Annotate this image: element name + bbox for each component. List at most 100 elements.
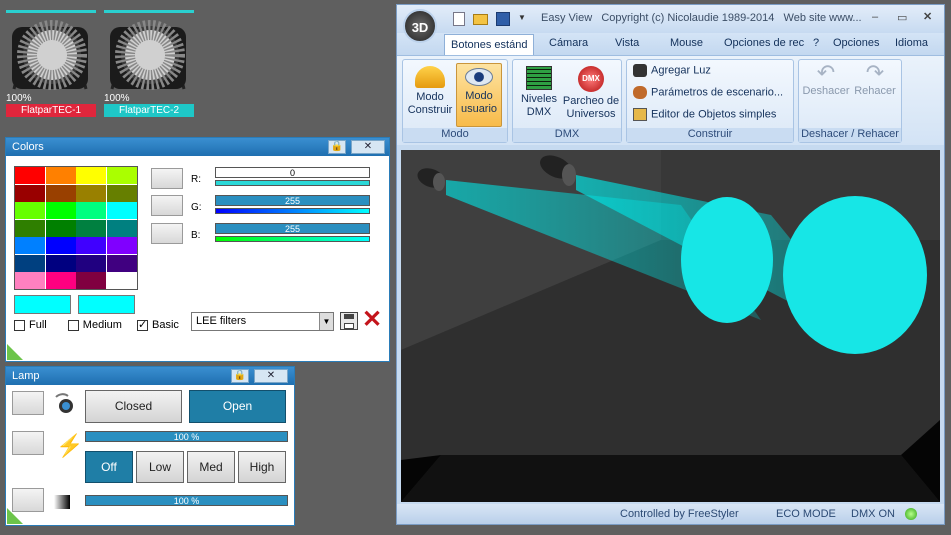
close-button[interactable]: ✕ [923,10,932,23]
fixture-2[interactable]: 100% FlatparTEC-2 [104,10,196,117]
second-slider[interactable]: 100 % [85,495,288,506]
palette-swatch[interactable] [15,237,45,254]
lock-icon[interactable]: 🔒 [328,140,346,154]
mode-low-button[interactable]: Low [136,451,184,483]
palette-swatch[interactable] [45,254,76,272]
dimmer-slider[interactable]: 100 % [85,431,288,442]
levels-icon [526,66,552,90]
mode-off-button[interactable]: Off [85,451,133,483]
mode-med-button[interactable]: Med [187,451,235,483]
save-icon[interactable] [340,312,358,330]
medium-checkbox[interactable] [67,319,79,331]
window-title: Easy View Copyright (c) Nicolaudie 1989-… [541,12,862,24]
status-dmx: DMX ON [851,508,895,520]
tab-mouse[interactable]: Mouse [670,37,703,49]
palette-swatch[interactable] [45,167,76,184]
app-3d-icon[interactable]: 3D [403,9,437,43]
full-option[interactable]: Full [14,319,47,331]
red-slider[interactable]: 0 [215,167,370,178]
save-icon[interactable] [496,12,510,26]
palette-swatch[interactable] [106,184,137,202]
delete-icon[interactable]: ✕ [362,308,382,332]
palette-swatch[interactable] [15,254,45,272]
deshacer-button[interactable]: ↶ Deshacer [802,62,850,127]
tab-vista[interactable]: Vista [615,37,639,49]
tab-botones[interactable]: Botones estánd [444,34,535,55]
palette-swatch[interactable] [15,167,45,184]
group-deshacer-label: Deshacer / Rehacer [799,128,901,142]
lock-icon[interactable]: 🔒 [231,369,249,383]
palette-swatch[interactable] [106,272,137,289]
palette-swatch[interactable] [15,184,45,202]
green-label: G: [191,202,202,213]
tab-camara[interactable]: Cámara [549,37,588,49]
shutter-button[interactable] [12,391,44,415]
red-button[interactable] [151,168,183,189]
modo-usuario-button[interactable]: Modo usuario [456,63,502,127]
palette-swatch[interactable] [76,254,106,272]
palette-swatch[interactable] [45,184,76,202]
palette-swatch[interactable] [106,167,137,184]
eye-icon [465,68,493,86]
full-checkbox[interactable] [14,319,25,331]
open-button[interactable]: Open [189,390,286,423]
palette-swatch[interactable] [45,237,76,254]
palette-swatch[interactable] [15,272,45,289]
fixture-label: FlatparTEC-2 [104,104,194,117]
palette-swatch[interactable] [76,219,106,237]
blue-button[interactable] [151,223,183,244]
rehacer-button[interactable]: ↷ Rehacer [851,62,899,127]
palette-swatch[interactable] [76,184,106,202]
basic-checkbox[interactable] [136,318,148,331]
mode-high-button[interactable]: High [238,451,286,483]
green-button[interactable] [151,195,183,216]
menu-help[interactable]: ? [813,37,819,49]
modo-construir-button[interactable]: Modo Construir [406,63,454,127]
tab-opciones-rec[interactable]: Opciones de rec [724,37,806,49]
resize-grip-icon[interactable] [7,508,23,524]
new-file-icon[interactable] [453,12,465,26]
palette-swatch[interactable] [106,254,137,272]
open-folder-icon[interactable] [473,14,488,25]
parcheo-universos-button[interactable]: DMX Parcheo de Universos [561,63,621,127]
chevron-down-icon[interactable]: ▼ [319,313,333,330]
maximize-button[interactable]: ▭ [897,11,907,24]
basic-option[interactable]: Basic [136,318,179,331]
blue-slider[interactable]: 255 [215,223,370,234]
3d-viewport[interactable] [401,150,940,502]
palette-swatch[interactable] [45,272,76,289]
green-slider[interactable]: 255 [215,195,370,206]
agregar-luz-item[interactable]: Agregar Luz [633,64,711,77]
palette-swatch[interactable] [15,202,45,219]
menu-opciones[interactable]: Opciones [833,37,879,49]
red-label: R: [191,174,201,185]
palette-swatch[interactable] [106,237,137,254]
palette-swatch[interactable] [106,202,137,219]
palette-swatch[interactable] [76,202,106,219]
quick-access-dropdown-icon[interactable]: ▼ [518,13,526,22]
palette-swatch[interactable] [76,237,106,254]
palette-swatch[interactable] [76,272,106,289]
lightning-icon: ⚡ [56,433,84,458]
medium-option[interactable]: Medium [67,319,122,331]
closed-button[interactable]: Closed [85,390,182,423]
niveles-dmx-button[interactable]: Niveles DMX [516,63,562,127]
dimmer-button[interactable] [12,431,44,455]
fixture-1[interactable]: 100% FlatparTEC-1 [6,10,98,117]
resize-grip-icon[interactable] [7,344,23,360]
editor-objetos-item[interactable]: Editor de Objetos simples [633,108,776,121]
green-bar [215,208,370,214]
minimize-button[interactable]: – [872,11,878,23]
palette-swatch[interactable] [45,219,76,237]
palette-swatch[interactable] [45,202,76,219]
gradient-icon [54,495,70,509]
fixture-percent: 100% [6,93,32,104]
menu-idioma[interactable]: Idioma [895,37,928,49]
palette-swatch[interactable] [106,219,137,237]
filter-select[interactable]: LEE filters ▼ [191,312,334,331]
palette-swatch[interactable] [15,219,45,237]
parametros-escenario-item[interactable]: Parámetros de escenario... [633,86,783,99]
close-icon[interactable]: ✕ [254,369,288,383]
close-icon[interactable]: ✕ [351,140,385,154]
palette-swatch[interactable] [76,167,106,184]
